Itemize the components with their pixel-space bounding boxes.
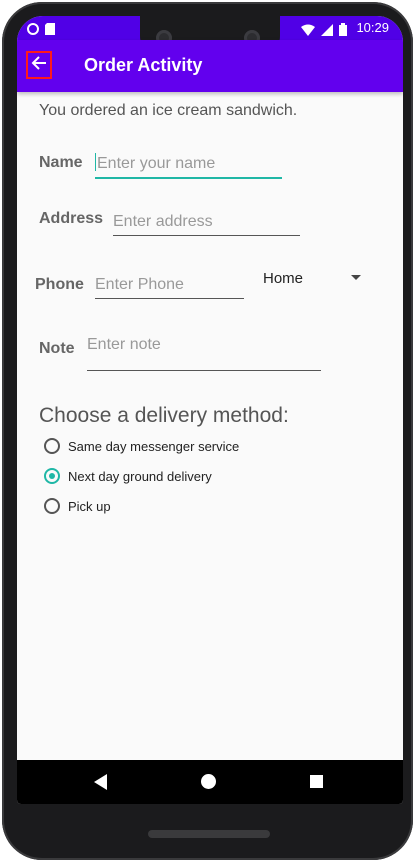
address-placeholder: Enter address bbox=[113, 213, 213, 230]
phone-placeholder: Enter Phone bbox=[95, 276, 184, 293]
nav-back-icon[interactable] bbox=[94, 774, 107, 790]
circle-app-icon bbox=[27, 20, 39, 39]
status-time: 10:29 bbox=[356, 20, 389, 35]
text-cursor bbox=[95, 153, 96, 171]
radio-same-day[interactable]: Same day messenger service bbox=[44, 438, 239, 454]
phone-frame: 10:29 Order Activity You ordered an ice … bbox=[2, 2, 413, 860]
radio-pick-up[interactable]: Pick up bbox=[44, 498, 111, 514]
radio-button-icon[interactable] bbox=[44, 438, 60, 454]
name-field[interactable]: Enter your name bbox=[95, 153, 282, 179]
note-field[interactable]: Enter note bbox=[87, 336, 321, 371]
note-label: Note bbox=[39, 340, 75, 357]
app-bar: Order Activity bbox=[17, 40, 403, 92]
name-placeholder: Enter your name bbox=[97, 155, 216, 172]
screen: 10:29 Order Activity You ordered an ice … bbox=[17, 16, 403, 804]
wifi-icon bbox=[301, 21, 315, 40]
address-label: Address bbox=[39, 210, 104, 227]
phone-field[interactable]: Enter Phone bbox=[95, 276, 244, 299]
sd-card-icon bbox=[45, 20, 55, 39]
radio-next-day[interactable]: Next day ground delivery bbox=[44, 468, 212, 484]
radio-label: Same day messenger service bbox=[68, 438, 240, 454]
delivery-heading: Choose a delivery method: bbox=[39, 404, 289, 427]
dropdown-arrow-icon[interactable] bbox=[351, 275, 361, 280]
status-left-icons bbox=[27, 20, 55, 39]
page-title: Order Activity bbox=[84, 55, 203, 75]
system-nav-bar bbox=[17, 760, 403, 804]
radio-label: Next day ground delivery bbox=[68, 468, 212, 484]
status-right-icons bbox=[301, 21, 347, 40]
phone-label: Phone bbox=[35, 276, 84, 293]
order-message: You ordered an ice cream sandwich. bbox=[39, 102, 298, 119]
bottom-speaker bbox=[148, 830, 270, 838]
nav-recents-icon[interactable] bbox=[310, 775, 323, 788]
note-placeholder: Enter note bbox=[87, 336, 161, 353]
phone-type-spinner[interactable]: Home bbox=[263, 270, 363, 287]
radio-button-checked-icon[interactable] bbox=[44, 468, 60, 484]
radio-button-icon[interactable] bbox=[44, 498, 60, 514]
nav-home-icon[interactable] bbox=[201, 774, 216, 789]
arrow-left-icon bbox=[31, 55, 47, 75]
battery-icon bbox=[339, 21, 347, 40]
name-label: Name bbox=[39, 154, 83, 171]
radio-label: Pick up bbox=[68, 498, 111, 514]
back-button[interactable] bbox=[26, 51, 52, 79]
address-field[interactable]: Enter address bbox=[113, 213, 300, 236]
signal-icon bbox=[321, 21, 333, 40]
